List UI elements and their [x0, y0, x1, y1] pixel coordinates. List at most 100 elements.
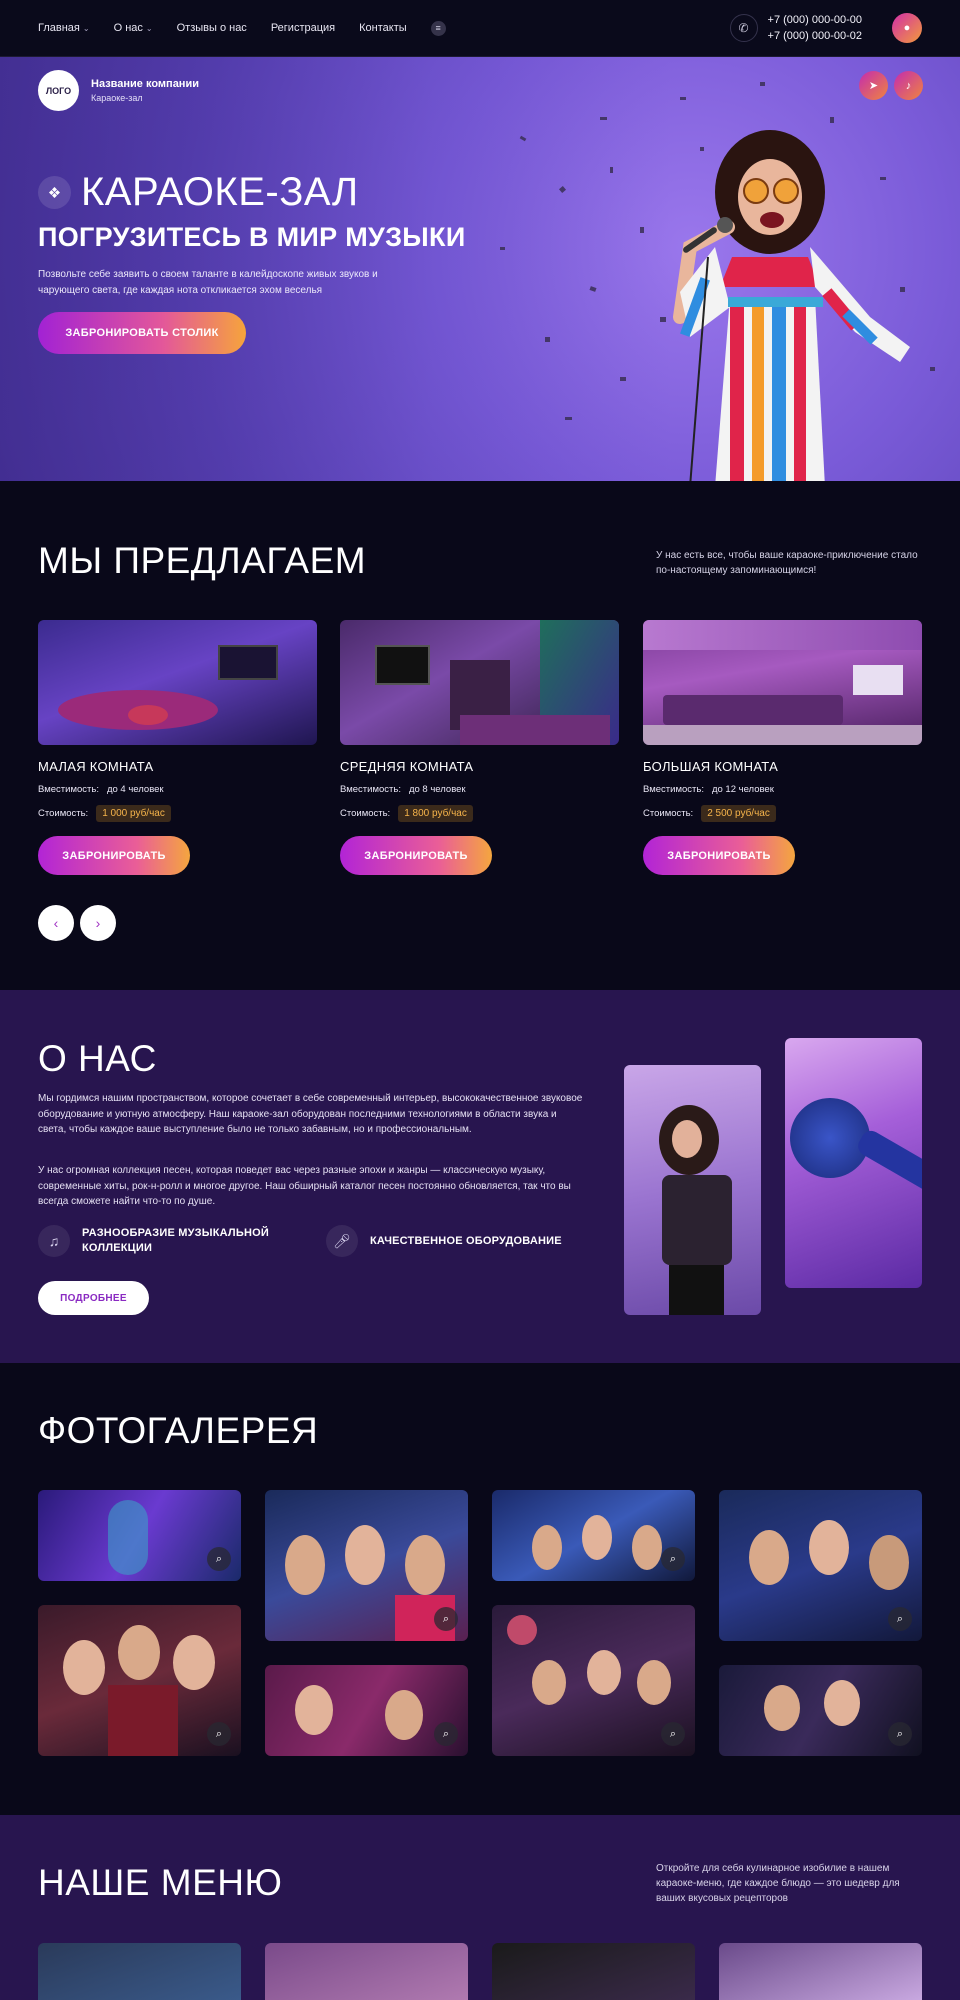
gallery-item[interactable]: ⌕ — [265, 1665, 468, 1756]
room-name: БОЛЬШАЯ КОМНАТА — [643, 759, 779, 774]
phone-icon[interactable]: ✆ — [729, 14, 758, 42]
gallery-item[interactable]: ⌕ — [719, 1665, 922, 1756]
price-label: Стоимость: — [340, 808, 391, 819]
price-value: 2 500 руб/час — [701, 805, 776, 822]
book-room-button[interactable]: ЗАБРОНИРОВАТЬ — [643, 836, 795, 875]
room-price: Стоимость: 1 800 руб/час — [340, 805, 619, 822]
phone-numbers: +7 (000) 000-00-00 +7 (000) 000-00-02 — [768, 12, 862, 44]
menu-item[interactable] — [265, 1943, 468, 2000]
hero-description: Позвольте себе заявить о своем таланте в… — [38, 269, 378, 296]
about-title: О НАС — [38, 1038, 157, 1079]
disco-ball-icon: ❖ — [38, 176, 71, 209]
company-type: Караоке-зал — [91, 93, 143, 103]
price-value: 1 000 руб/час — [96, 805, 171, 822]
feature-equipment: 🎤︎ КАЧЕСТВЕННОЕ ОБОРУДОВАНИЕ — [326, 1225, 562, 1257]
room-capacity: Вместимость: до 12 человек — [643, 784, 922, 795]
zoom-icon[interactable]: ⌕ — [207, 1547, 231, 1571]
book-table-button[interactable]: ЗАБРОНИРОВАТЬ СТОЛИК — [38, 312, 246, 354]
zoom-icon[interactable]: ⌕ — [207, 1722, 231, 1746]
room-price: Стоимость: 1 000 руб/час — [38, 805, 317, 822]
chevron-down-icon: ⌄ — [82, 23, 90, 33]
about-paragraph-2: У нас огромная коллекция песен, которая … — [38, 1165, 571, 1207]
capacity-value: до 8 человек — [408, 784, 466, 795]
about-photo-microphone[interactable] — [785, 1038, 922, 1288]
book-room-button[interactable]: ЗАБРОНИРОВАТЬ — [38, 836, 190, 875]
menu-item[interactable] — [38, 1943, 241, 2000]
room-name: МАЛАЯ КОМНАТА — [38, 759, 154, 774]
room-card-medium: СРЕДНЯЯ КОМНАТА Вместимость: до 8 человек… — [340, 620, 619, 875]
company-name: Название компании — [91, 78, 199, 90]
singer-illustration — [673, 130, 910, 481]
gallery-item[interactable]: ⌕ — [38, 1605, 241, 1756]
telegram-icon[interactable]: ➤ — [859, 71, 888, 100]
zoom-icon[interactable]: ⌕ — [661, 1722, 685, 1746]
location-pin-icon[interactable]: ● — [892, 13, 922, 43]
hero-subtitle: ПОГРУЗИТЕСЬ В МИР МУЗЫКИ — [38, 222, 466, 252]
gallery-item[interactable]: ⌕ — [38, 1490, 241, 1581]
feature-label: РАЗНООБРАЗИЕ МУЗЫКАЛЬНОЙ КОЛЛЕКЦИИ — [82, 1227, 269, 1254]
microphone-icon: 🎤︎ — [326, 1225, 358, 1257]
nav-registration[interactable]: Регистрация — [271, 22, 335, 34]
room-capacity: Вместимость: до 8 человек — [340, 784, 619, 795]
book-room-button[interactable]: ЗАБРОНИРОВАТЬ — [340, 836, 492, 875]
nav-home-label: Главная — [38, 22, 80, 34]
nav-about[interactable]: О нас ⌄ — [114, 22, 153, 34]
zoom-icon[interactable]: ⌕ — [661, 1547, 685, 1571]
price-label: Стоимость: — [643, 808, 694, 819]
nav-contacts[interactable]: Контакты — [359, 22, 407, 34]
price-value: 1 800 руб/час — [398, 805, 473, 822]
capacity-value: до 12 человек — [711, 784, 774, 795]
gallery-item[interactable]: ⌕ — [719, 1490, 922, 1641]
menu-note: Откройте для себя кулинарное изобилие в … — [656, 1863, 900, 1904]
chevron-down-icon: ⌄ — [145, 23, 153, 33]
room-photo[interactable] — [340, 620, 619, 745]
room-capacity: Вместимость: до 4 человек — [38, 784, 317, 795]
music-notes-icon: ♫ — [38, 1225, 70, 1257]
about-photo-singer[interactable] — [624, 1065, 761, 1315]
phone-number-1[interactable]: +7 (000) 000-00-00 — [768, 12, 862, 28]
slider-prev-arrow-icon[interactable]: ‹ — [38, 905, 74, 941]
services-title: МЫ ПРЕДЛАГАЕМ — [38, 540, 367, 581]
gallery-item[interactable]: ⌕ — [492, 1490, 695, 1581]
gallery-title: ФОТОГАЛЕРЕЯ — [38, 1410, 319, 1451]
brand-text: Название компании Караоке-зал — [91, 78, 199, 103]
menu-item[interactable] — [492, 1943, 695, 2000]
capacity-label: Вместимость: — [38, 784, 99, 795]
feature-music-collection: ♫ РАЗНООБРАЗИЕ МУЗЫКАЛЬНОЙ КОЛЛЕКЦИИ — [38, 1225, 282, 1257]
more-button[interactable]: ПОДРОБНЕЕ — [38, 1281, 149, 1315]
about-paragraph-1: Мы гордимся нашим пространством, которое… — [38, 1093, 583, 1135]
zoom-icon[interactable]: ⌕ — [888, 1607, 912, 1631]
feature-label: КАЧЕСТВЕННОЕ ОБОРУДОВАНИЕ — [370, 1234, 562, 1247]
room-photo[interactable] — [643, 620, 922, 745]
gallery-item[interactable]: ⌕ — [265, 1490, 468, 1641]
capacity-label: Вместимость: — [643, 784, 704, 795]
vk-icon[interactable]: ♪ — [894, 71, 923, 100]
price-label: Стоимость: — [38, 808, 89, 819]
nav-reviews[interactable]: Отзывы о нас — [177, 22, 247, 34]
main-menu: Главная ⌄ О нас ⌄ Отзывы о нас Регистрация… — [38, 20, 446, 36]
hero-heading: ❖ КАРАОКЕ-ЗАЛ — [38, 170, 359, 215]
room-price: Стоимость: 2 500 руб/час — [643, 805, 922, 822]
menu-lines-icon[interactable]: ≡ — [430, 20, 446, 36]
room-name: СРЕДНЯЯ КОМНАТА — [340, 759, 474, 774]
brand[interactable]: ЛОГО Название компании Караоке-зал — [38, 70, 199, 111]
hero-title: КАРАОКЕ-ЗАЛ — [81, 170, 359, 214]
capacity-value: до 4 человек — [106, 784, 164, 795]
gallery-item[interactable]: ⌕ — [492, 1605, 695, 1756]
top-navbar: Главная ⌄ О нас ⌄ Отзывы о нас Регистрация… — [0, 0, 960, 57]
capacity-label: Вместимость: — [340, 784, 401, 795]
slider-next-arrow-icon[interactable]: › — [80, 905, 116, 941]
zoom-icon[interactable]: ⌕ — [434, 1722, 458, 1746]
nav-contacts-block: ✆ +7 (000) 000-00-00 +7 (000) 000-00-02 … — [729, 12, 922, 44]
services-note: У нас есть все, чтобы ваше караоке-прикл… — [656, 550, 918, 576]
phone-number-2[interactable]: +7 (000) 000-00-02 — [768, 28, 862, 44]
company-logo[interactable]: ЛОГО — [38, 70, 79, 111]
nav-home[interactable]: Главная ⌄ — [38, 22, 90, 34]
menu-item[interactable] — [719, 1943, 922, 2000]
zoom-icon[interactable]: ⌕ — [888, 1722, 912, 1746]
hero-section: ЛОГО Название компании Караоке-зал ➤ ♪ ❖… — [0, 57, 960, 481]
room-photo[interactable] — [38, 620, 317, 745]
room-card-large: БОЛЬШАЯ КОМНАТА Вместимость: до 12 челове… — [643, 620, 922, 875]
nav-about-label: О нас — [113, 22, 143, 34]
zoom-icon[interactable]: ⌕ — [434, 1607, 458, 1631]
